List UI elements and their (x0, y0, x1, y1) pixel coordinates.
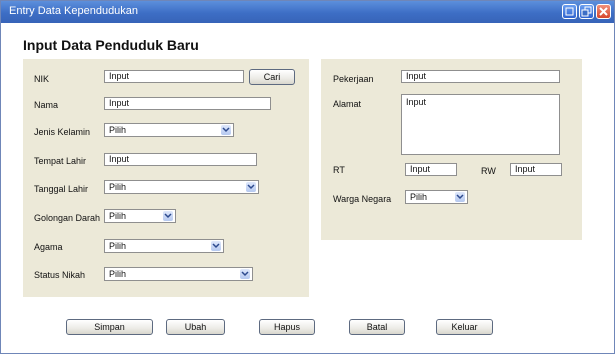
tempat-lahir-label: Tempat Lahir (34, 156, 87, 166)
keluar-button[interactable]: Keluar (436, 319, 493, 335)
jenis-kelamin-select[interactable]: Pilih (104, 123, 234, 137)
maximize-button[interactable] (579, 4, 594, 19)
golongan-darah-select[interactable]: Pilih (104, 209, 176, 223)
agama-value: Pilih (109, 241, 127, 251)
tanggal-lahir-label: Tanggal Lahir (34, 184, 89, 194)
status-nikah-label: Status Nikah (34, 270, 86, 280)
nik-input[interactable]: Input (104, 70, 244, 83)
pekerjaan-label: Pekerjaan (333, 74, 374, 84)
close-button[interactable] (596, 4, 611, 19)
rt-label: RT (333, 165, 345, 175)
rw-label: RW (481, 166, 496, 176)
nama-label: Nama (34, 100, 59, 110)
warga-negara-select[interactable]: Pilih (405, 190, 468, 204)
simpan-button[interactable]: Simpan (66, 319, 153, 335)
window-title: Entry Data Kependudukan (9, 5, 139, 17)
chevron-down-icon (455, 192, 465, 202)
jenis-kelamin-value: Pilih (109, 125, 127, 135)
nama-input[interactable]: Input (104, 97, 271, 110)
jenis-kelamin-label: Jenis Kelamin (34, 127, 91, 137)
close-icon (599, 7, 608, 16)
right-panel: Pekerjaan Input Alamat Input RT Input RW… (321, 59, 582, 240)
agama-select[interactable]: Pilih (104, 239, 224, 253)
chevron-down-icon (221, 125, 231, 135)
status-nikah-value: Pilih (109, 269, 127, 279)
chevron-down-icon (240, 269, 250, 279)
title-bar[interactable]: Entry Data Kependudukan (1, 1, 614, 23)
warga-negara-value: Pilih (410, 192, 428, 202)
alamat-label: Alamat (333, 99, 362, 109)
status-nikah-select[interactable]: Pilih (104, 267, 253, 281)
page-heading: Input Data Penduduk Baru (23, 37, 199, 53)
rt-input[interactable]: Input (405, 163, 457, 176)
agama-label: Agama (34, 242, 63, 252)
ubah-button[interactable]: Ubah (166, 319, 225, 335)
warga-negara-label: Warga Negara (333, 194, 392, 204)
hapus-button[interactable]: Hapus (259, 319, 315, 335)
pekerjaan-input[interactable]: Input (401, 70, 560, 83)
alamat-textarea[interactable]: Input (401, 94, 560, 155)
nik-label: NIK (34, 74, 50, 84)
tempat-lahir-input[interactable]: Input (104, 153, 257, 166)
left-panel: NIK Input Cari Nama Input Jenis Kelamin … (23, 59, 309, 297)
maximize-icon (581, 6, 592, 17)
tanggal-lahir-select[interactable]: Pilih (104, 180, 259, 194)
minimize-icon (565, 7, 574, 16)
chevron-down-icon (163, 211, 173, 221)
golongan-darah-label: Golongan Darah (34, 213, 101, 223)
chevron-down-icon (246, 182, 256, 192)
chevron-down-icon (211, 241, 221, 251)
tanggal-lahir-value: Pilih (109, 182, 127, 192)
cari-button[interactable]: Cari (249, 69, 295, 85)
batal-button[interactable]: Batal (349, 319, 405, 335)
rw-input[interactable]: Input (510, 163, 562, 176)
golongan-darah-value: Pilih (109, 211, 127, 221)
minimize-button[interactable] (562, 4, 577, 19)
app-window: Entry Data Kependudukan Input Data Pendu… (0, 0, 615, 354)
